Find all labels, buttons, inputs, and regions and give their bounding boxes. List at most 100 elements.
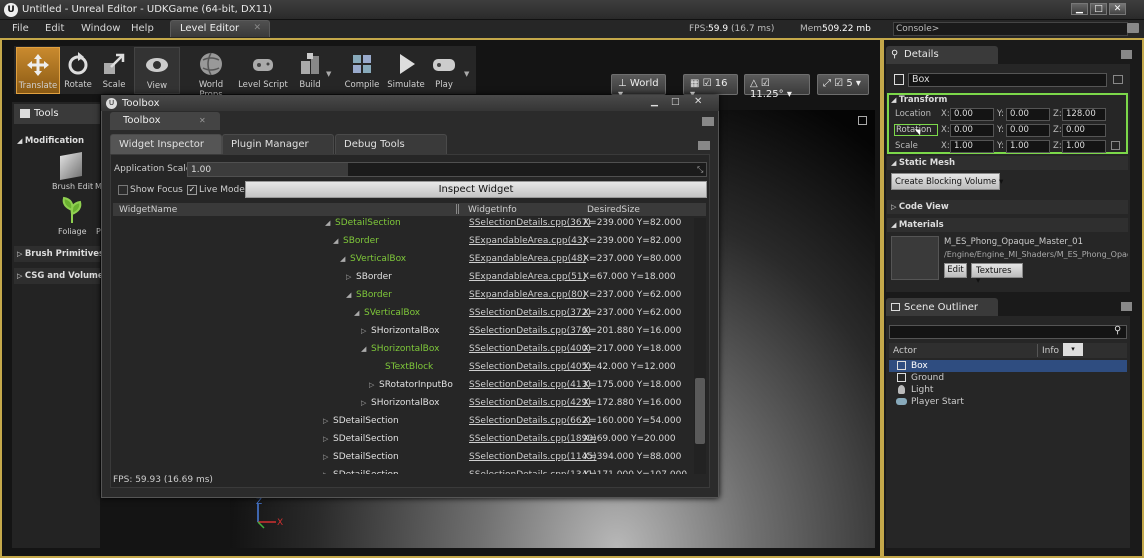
tab-details[interactable]	[886, 46, 998, 64]
maximize-viewport-icon[interactable]	[858, 116, 867, 125]
expand-arrow-icon[interactable]: ▷	[323, 435, 333, 443]
widget-tree-row[interactable]: ▷ SHorizontalBox SSelectionDetails.cpp(376…	[113, 325, 693, 343]
transform-header[interactable]: ◢ Transform	[891, 95, 947, 105]
expand-arrow-icon[interactable]: ▷	[369, 381, 379, 389]
location-z-input[interactable]: 128.00	[1062, 108, 1106, 121]
world-props-button[interactable]: World Props	[186, 47, 236, 100]
expand-arrow-icon[interactable]: ▷	[323, 453, 333, 461]
material-edit-button[interactable]: Edit	[944, 263, 967, 278]
outliner-item-light[interactable]: Light	[911, 385, 933, 395]
tab-plugin-manager[interactable]: Plugin Manager	[222, 134, 334, 154]
close-button[interactable]: ✕	[1109, 3, 1126, 15]
foliage-icon[interactable]	[60, 196, 84, 224]
expand-arrow-icon[interactable]: ◢	[346, 291, 356, 299]
widget-info-link[interactable]: SSelectionDetails.cpp(400)	[469, 344, 591, 354]
tab-debug-tools[interactable]: Debug Tools	[335, 134, 447, 154]
expand-arrow-icon[interactable]: ◢	[325, 219, 335, 227]
show-focus-checkbox[interactable]	[118, 185, 128, 195]
close-tab-icon[interactable]: ✕	[253, 23, 261, 33]
close-toolbox-tab-icon[interactable]: ✕	[199, 116, 206, 125]
col-info[interactable]: Info	[1042, 346, 1059, 356]
expand-arrow-icon[interactable]: ▷	[346, 273, 356, 281]
widget-info-link[interactable]: SSelectionDetails.cpp(372)	[469, 308, 591, 318]
expand-arrow-icon[interactable]: ▷	[323, 417, 333, 425]
minimize-button[interactable]: ▁	[1071, 3, 1088, 15]
widget-info-link[interactable]: SExpandableArea.cpp(80)	[469, 290, 586, 300]
col-actor[interactable]: Actor	[893, 346, 917, 356]
widget-tree-row[interactable]: ◢ SBorder SExpandableArea.cpp(80) X=237.000…	[113, 289, 693, 307]
widget-tree-row[interactable]: ▷ SHorizontalBox SSelectionDetails.cpp(429…	[113, 397, 693, 415]
widget-info-link[interactable]: SSelectionDetails.cpp(1145)	[469, 452, 597, 462]
details-options-icon[interactable]	[1121, 50, 1132, 59]
widget-info-link[interactable]: SSelectionDetails.cpp(413)	[469, 380, 591, 390]
widget-tree-row[interactable]: ◢ SVerticalBox SSelectionDetails.cpp(372) X…	[113, 307, 693, 325]
toolbox-close-button[interactable]: ✕	[694, 96, 702, 107]
play-dropdown-icon[interactable]: ▼	[464, 70, 469, 78]
rotation-z-input[interactable]: 0.00	[1062, 124, 1106, 137]
translate-button[interactable]: Translate	[16, 47, 60, 94]
expand-arrow-icon[interactable]: ◢	[333, 237, 343, 245]
menu-edit[interactable]: Edit	[45, 23, 64, 34]
widget-info-link[interactable]: SSelectionDetails.cpp(376)	[469, 326, 591, 336]
view-button[interactable]: View	[134, 47, 180, 94]
create-blocking-volume-button[interactable]: Create Blocking Volume ▾	[891, 173, 1003, 190]
play-button[interactable]: Play	[422, 47, 466, 94]
grid-snap-dropdown[interactable]: ▦ ☑ 16 ▾	[683, 74, 738, 100]
material-thumbnail[interactable]	[891, 236, 939, 280]
col-widget-info[interactable]: WidgetInfo	[468, 205, 517, 215]
widget-tree-row[interactable]: ▷ SDetailSection SSelectionDetails.cpp(662…	[113, 415, 693, 433]
scale-snap-dropdown[interactable]: ⤢ ☑ 5 ▾	[817, 74, 869, 95]
menu-window[interactable]: Window	[81, 23, 120, 34]
expand-arrow-icon[interactable]: ◢	[340, 255, 350, 263]
widget-info-link[interactable]: SSelectionDetails.cpp(1890)	[469, 434, 597, 444]
live-mode-checkbox[interactable]: ✓	[187, 185, 197, 195]
scale-z-input[interactable]: 1.00	[1062, 140, 1106, 153]
location-x-input[interactable]: 0.00	[950, 108, 994, 121]
menu-help[interactable]: Help	[131, 23, 154, 34]
col-desired-size[interactable]: DesiredSize	[587, 205, 640, 215]
column-splitter[interactable]	[456, 204, 459, 214]
compile-button[interactable]: Compile	[340, 47, 384, 94]
widget-tree-row[interactable]: ◢ SDetailSection SSelectionDetails.cpp(367…	[113, 217, 693, 235]
textures-dropdown[interactable]: Textures ▾	[971, 263, 1023, 286]
scale-y-input[interactable]: 1.00	[1006, 140, 1050, 153]
csg-volumes-section[interactable]: ▷ CSG and Volumes	[17, 271, 109, 281]
widget-tree-row[interactable]: ◢ SHorizontalBox SSelectionDetails.cpp(400…	[113, 343, 693, 361]
expand-arrow-icon[interactable]: ◢	[361, 345, 371, 353]
outliner-search-input[interactable]	[889, 325, 1127, 339]
widget-info-link[interactable]: SSelectionDetails.cpp(367)	[469, 218, 591, 228]
outliner-item-box[interactable]: Box	[911, 361, 928, 371]
code-view-header[interactable]: ▷ Code View	[887, 200, 1128, 214]
widget-tree-row[interactable]: ▷ SDetailSection SSelectionDetails.cpp(114…	[113, 451, 693, 469]
expand-arrow-icon[interactable]: ▷	[361, 327, 371, 335]
static-mesh-header[interactable]: ◢ Static Mesh	[887, 156, 1128, 170]
widget-tree-row[interactable]: ◢ SBorder SExpandableArea.cpp(43) X=239.000…	[113, 235, 693, 253]
brush-primitives-section[interactable]: ▷ Brush Primitives	[17, 249, 104, 259]
rotation-y-input[interactable]: 0.00	[1006, 124, 1050, 137]
location-y-input[interactable]: 0.00	[1006, 108, 1050, 121]
scale-x-input[interactable]: 1.00	[950, 140, 994, 153]
outliner-item-player-start[interactable]: Player Start	[911, 397, 964, 407]
world-space-dropdown[interactable]: ⊥ World ▾	[611, 74, 666, 100]
expand-arrow-icon[interactable]: ◢	[354, 309, 364, 317]
tab-widget-inspector[interactable]: Widget Inspector	[110, 134, 222, 154]
actor-name-input[interactable]: Box	[908, 73, 1107, 87]
materials-header[interactable]: ◢ Materials	[887, 218, 1128, 232]
scale-button[interactable]: Scale	[92, 47, 136, 94]
expand-arrow-icon[interactable]: ▷	[361, 399, 371, 407]
widget-info-link[interactable]: SExpandableArea.cpp(51)	[469, 272, 586, 282]
widget-info-link[interactable]: SSelectionDetails.cpp(429)	[469, 398, 591, 408]
widget-tree-row[interactable]: STextBlock SSelectionDetails.cpp(405) X=42…	[113, 361, 693, 379]
tab-level-editor[interactable]: Level Editor ✕	[170, 20, 270, 37]
info-dropdown[interactable]: ▾	[1063, 343, 1083, 356]
lock-icon[interactable]	[1113, 75, 1123, 84]
tab-options-icon[interactable]	[698, 141, 710, 150]
widget-info-link[interactable]: SSelectionDetails.cpp(662)	[469, 416, 591, 426]
toolbox-minimize-button[interactable]: ▁	[651, 97, 658, 107]
modification-section[interactable]: ◢ Modification	[17, 136, 84, 146]
widget-tree-scroll-thumb[interactable]	[695, 378, 705, 444]
toolbox-options-icon[interactable]	[702, 117, 714, 126]
outliner-item-ground[interactable]: Ground	[911, 373, 944, 383]
menu-file[interactable]: File	[12, 23, 29, 34]
rotation-x-input[interactable]: 0.00	[950, 124, 994, 137]
